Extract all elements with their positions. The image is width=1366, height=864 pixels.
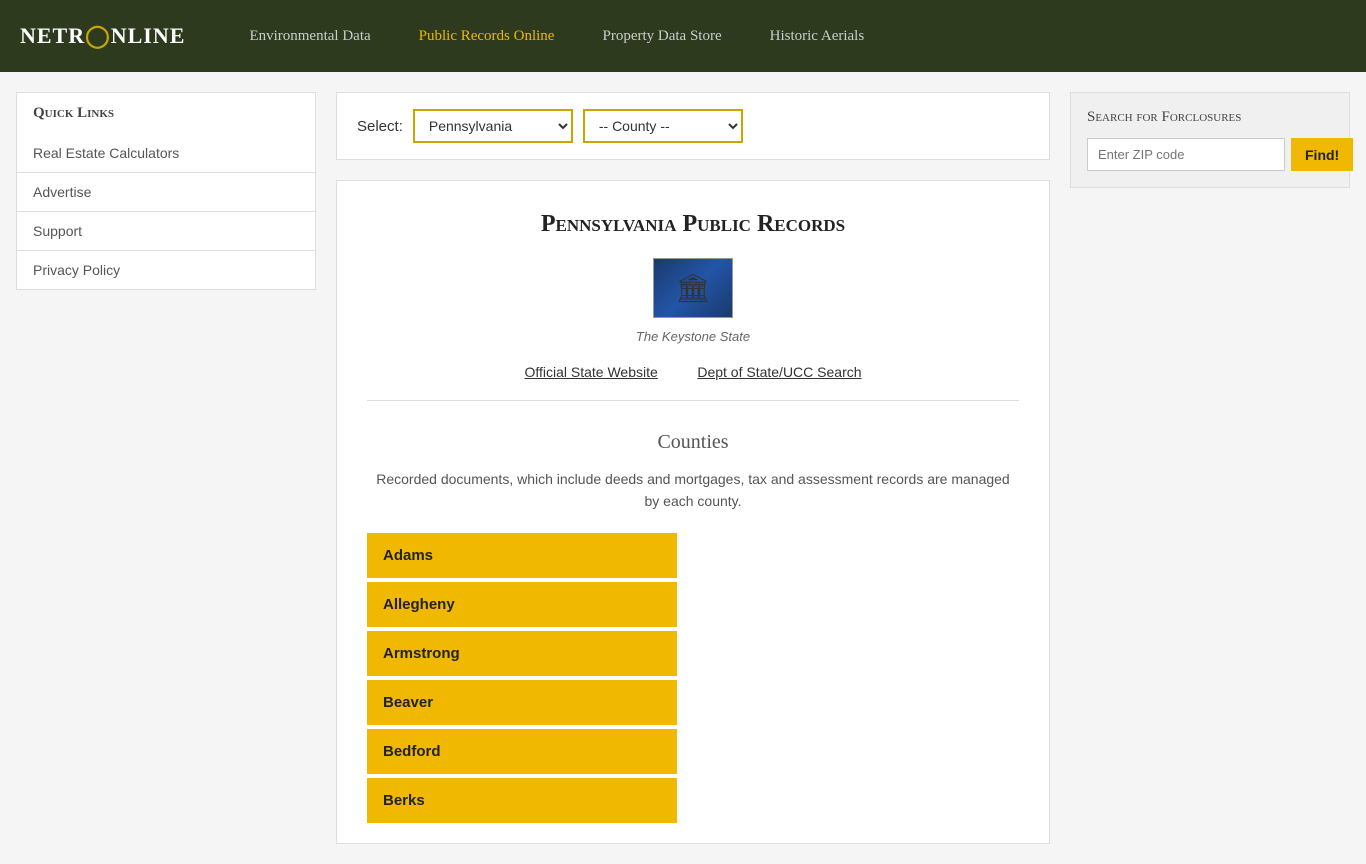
counties-header: Counties — [367, 431, 1019, 454]
county-select[interactable]: -- County -- — [583, 109, 743, 143]
foreclosure-box: Search for Forclosures Find! — [1070, 92, 1350, 188]
header: NETR◯NLINE Environmental Data Public Rec… — [0, 0, 1366, 72]
select-bar: Select: Pennsylvania -- County -- — [336, 92, 1050, 160]
logo-globe: ◯ — [85, 23, 111, 49]
state-links: Official State Website Dept of State/UCC… — [367, 364, 1019, 401]
page-title: Pennsylvania Public Records — [367, 211, 1019, 238]
zip-input[interactable] — [1087, 138, 1285, 171]
state-select[interactable]: Pennsylvania — [413, 109, 573, 143]
sidebar-item-privacy-policy[interactable]: Privacy Policy — [16, 251, 316, 290]
main-container: Quick Links Real Estate Calculators Adve… — [0, 72, 1366, 864]
county-allegheny[interactable]: Allegheny — [367, 582, 677, 627]
foreclosure-title: Search for Forclosures — [1087, 109, 1333, 126]
sidebar-item-support[interactable]: Support — [16, 212, 316, 251]
state-nickname: The Keystone State — [367, 329, 1019, 344]
official-state-website-link[interactable]: Official State Website — [524, 364, 657, 380]
sidebar-item-real-estate-calculators[interactable]: Real Estate Calculators — [16, 134, 316, 173]
state-flag — [653, 258, 733, 318]
content-area: Select: Pennsylvania -- County -- Pennsy… — [336, 92, 1050, 844]
counties-list: Adams Allegheny Armstrong Beaver Bedford… — [367, 533, 1019, 823]
main-nav: Environmental Data Public Records Online… — [225, 0, 1346, 72]
county-beaver[interactable]: Beaver — [367, 680, 677, 725]
sidebar-item-advertise[interactable]: Advertise — [16, 173, 316, 212]
state-flag-container — [367, 258, 1019, 321]
find-button[interactable]: Find! — [1291, 138, 1353, 171]
right-sidebar: Search for Forclosures Find! — [1070, 92, 1350, 844]
quick-links-header: Quick Links — [16, 92, 316, 134]
logo[interactable]: NETR◯NLINE — [20, 23, 185, 49]
nav-environmental-data[interactable]: Environmental Data — [225, 0, 394, 72]
county-bedford[interactable]: Bedford — [367, 729, 677, 774]
foreclosure-form: Find! — [1087, 138, 1333, 171]
county-adams[interactable]: Adams — [367, 533, 677, 578]
county-berks[interactable]: Berks — [367, 778, 677, 823]
counties-description: Recorded documents, which include deeds … — [367, 468, 1019, 513]
dept-state-ucc-link[interactable]: Dept of State/UCC Search — [697, 364, 861, 380]
nav-property-data-store[interactable]: Property Data Store — [578, 0, 745, 72]
sidebar: Quick Links Real Estate Calculators Adve… — [16, 92, 316, 844]
county-armstrong[interactable]: Armstrong — [367, 631, 677, 676]
main-content: Pennsylvania Public Records The Keystone… — [336, 180, 1050, 844]
select-label: Select: — [357, 118, 403, 135]
nav-historic-aerials[interactable]: Historic Aerials — [746, 0, 889, 72]
nav-public-records[interactable]: Public Records Online — [395, 0, 579, 72]
